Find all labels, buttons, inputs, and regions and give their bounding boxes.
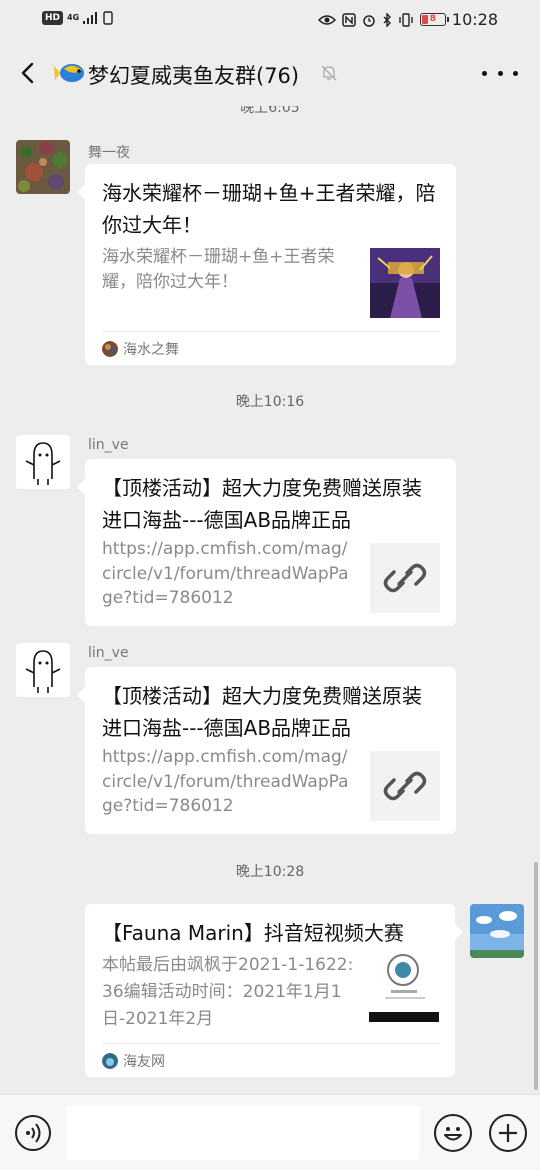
- network-label: 4G: [67, 13, 80, 22]
- plus-icon: [499, 1124, 517, 1142]
- dot-icon: [482, 70, 487, 76]
- chat-area[interactable]: 晚上6:05 舞一夜 海水荣耀杯－珊瑚+鱼+王者荣耀，陪你过大年！ 海水荣耀杯－…: [0, 106, 540, 1094]
- link-icon: [383, 771, 427, 801]
- message-input[interactable]: [66, 1106, 420, 1160]
- shared-link-card[interactable]: 【顶楼活动】超大力度免费赠送原装进口海盐---德国AB品牌正品 https://…: [77, 667, 456, 834]
- page-title: 梦幻夏威夷鱼友群(76): [88, 64, 300, 88]
- signal-icon: [83, 12, 98, 24]
- fish-emoji-icon: [54, 64, 84, 82]
- shared-link-card[interactable]: 【Fauna Marin】抖音短视频大赛 本帖最后由飒枫于2021-1-1622…: [85, 904, 463, 1077]
- timestamp: 晚上6:05: [240, 106, 300, 116]
- card-title: 【Fauna Marin】抖音短视频大赛: [102, 921, 404, 945]
- source-name: 海友网: [123, 1053, 165, 1070]
- link-thumbnail: [370, 543, 440, 613]
- own-avatar[interactable]: [470, 904, 524, 958]
- card-thumbnail: [369, 952, 439, 1022]
- card-source: 海友网: [102, 1043, 439, 1077]
- dot-icon: [497, 70, 503, 76]
- eye-icon: [317, 14, 336, 25]
- bluetooth-icon: [383, 12, 391, 27]
- dot-icon: [513, 70, 518, 76]
- timestamp: 晚上10:16: [235, 394, 305, 410]
- avatar[interactable]: [16, 643, 70, 697]
- sender-name: lin_ve: [88, 437, 129, 453]
- back-button[interactable]: [14, 56, 44, 90]
- card-title: 【顶楼活动】超大力度免费赠送原装进口海盐---德国AB品牌正品: [102, 476, 422, 532]
- sim-icon: [103, 11, 113, 25]
- alarm-icon: [363, 14, 375, 27]
- source-logo-icon: [102, 1052, 118, 1069]
- chat-header: 梦幻夏威夷鱼友群(76): [0, 40, 540, 106]
- card-description: https://app.cmfish.com/mag/circle/v1/for…: [102, 747, 349, 816]
- hd-badge: HD: [42, 11, 64, 25]
- card-description: 海水荣耀杯－珊瑚+鱼+王者荣耀，陪你过大年！: [102, 247, 335, 292]
- nfc-icon: [342, 12, 356, 27]
- source-name: 海水之舞: [123, 341, 179, 358]
- card-description: https://app.cmfish.com/mag/circle/v1/for…: [102, 539, 349, 608]
- link-thumbnail: [370, 751, 440, 821]
- more-actions-button[interactable]: [489, 1114, 527, 1152]
- status-right: 8 10:28: [317, 10, 498, 29]
- sender-name: 舞一夜: [88, 145, 130, 161]
- scrollbar[interactable]: [534, 862, 538, 1090]
- mute-bell-icon: [321, 65, 337, 81]
- avatar[interactable]: [16, 140, 70, 194]
- back-arrow-icon: [21, 62, 34, 84]
- shared-link-card[interactable]: 海水荣耀杯－珊瑚+鱼+王者荣耀，陪你过大年！ 海水荣耀杯－珊瑚+鱼+王者荣耀，陪…: [77, 164, 456, 365]
- emoji-button[interactable]: [434, 1114, 472, 1152]
- voice-button[interactable]: [15, 1115, 51, 1151]
- card-title: 【顶楼活动】超大力度免费赠送原装进口海盐---德国AB品牌正品: [102, 684, 422, 740]
- smiley-icon: [444, 1127, 462, 1141]
- card-thumbnail: [370, 248, 440, 318]
- input-bar: [0, 1094, 540, 1170]
- status-bar: HD 4G 8 10:28: [0, 0, 540, 40]
- link-icon: [383, 563, 427, 593]
- card-description: 本帖最后由飒枫于2021-1-1622:36编辑活动时间：2021年1月1日-2…: [102, 955, 354, 1029]
- timestamp: 晚上10:28: [235, 864, 305, 880]
- shared-link-card[interactable]: 【顶楼活动】超大力度免费赠送原装进口海盐---德国AB品牌正品 https://…: [77, 459, 456, 626]
- clock: 10:28: [451, 10, 498, 29]
- card-title: 海水荣耀杯－珊瑚+鱼+王者荣耀，陪你过大年！: [102, 181, 436, 237]
- battery-icon: 8: [419, 13, 449, 26]
- avatar[interactable]: [16, 435, 70, 489]
- status-left: HD 4G: [42, 11, 113, 25]
- vibrate-icon: [399, 12, 413, 27]
- more-options-button[interactable]: [482, 62, 518, 84]
- sender-name: lin_ve: [88, 645, 129, 661]
- source-logo-icon: [102, 340, 118, 357]
- card-source: 海水之舞: [102, 331, 440, 365]
- voice-icon: [26, 1123, 41, 1143]
- battery-level: 8: [429, 14, 437, 24]
